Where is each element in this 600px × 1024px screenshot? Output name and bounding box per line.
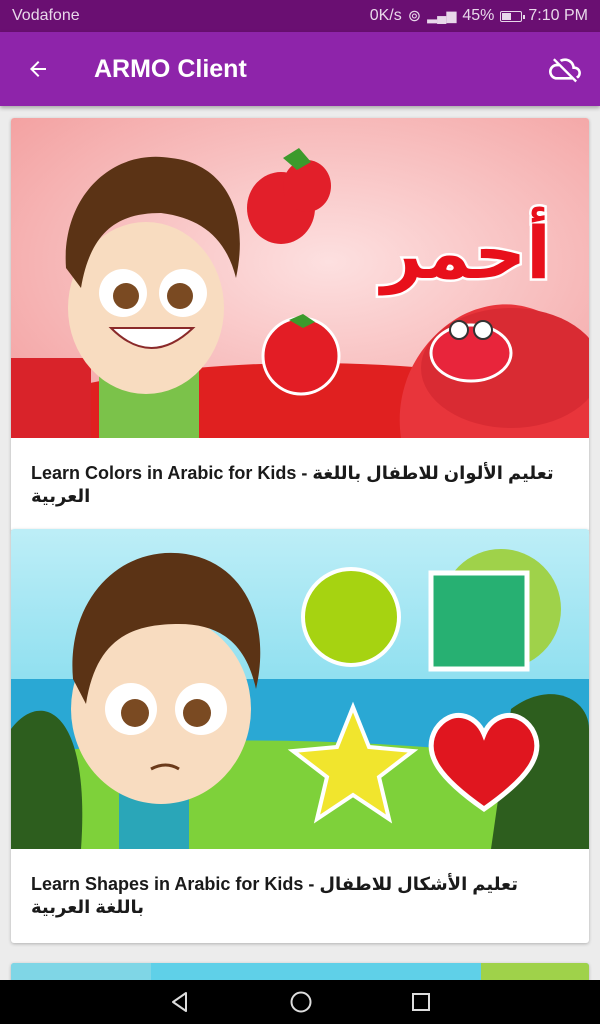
battery-percent: 45%: [462, 7, 495, 24]
video-title[interactable]: Learn Shapes in Arabic for Kids - تعليم …: [11, 849, 589, 943]
arrow-left-icon: [30, 61, 46, 77]
shapes-thumbnail-image: [11, 529, 589, 849]
app-title: ARMO Client: [94, 54, 247, 83]
net-speed: 0K/s: [369, 7, 402, 24]
back-button[interactable]: [0, 32, 76, 106]
navigation-bar: [0, 980, 600, 1024]
video-thumbnail[interactable]: أحمر: [11, 118, 589, 438]
app-bar: ARMO Client: [0, 32, 600, 106]
video-list[interactable]: أحمر Learn Colors in Arabic for Kids - ت…: [0, 106, 600, 980]
next-thumbnail-image: [11, 963, 589, 980]
carrier-label: Vodafone: [12, 7, 80, 24]
video-card[interactable]: أحمر Learn Colors in Arabic for Kids - ت…: [11, 118, 589, 532]
video-card[interactable]: Learn Shapes in Arabic for Kids - تعليم …: [11, 529, 589, 943]
video-card[interactable]: [11, 963, 589, 980]
cloud-off-button[interactable]: [530, 32, 600, 106]
nfc-icon: ⊚: [407, 8, 422, 25]
video-thumbnail[interactable]: [11, 963, 589, 980]
square-recents-icon[interactable]: [410, 991, 432, 1013]
circle-home-icon[interactable]: [288, 989, 314, 1015]
clock: 7:10 PM: [528, 7, 588, 24]
status-icons: 0K/s ⊚ ▂▄▆ 45% 7:10 PM: [370, 6, 588, 26]
cloud-off-icon: [549, 58, 581, 83]
arabic-word-red: أحمر: [378, 206, 551, 296]
battery-icon: [500, 10, 526, 22]
video-title[interactable]: Learn Colors in Arabic for Kids - تعليم …: [11, 438, 589, 532]
colors-thumbnail-image: أحمر: [11, 118, 589, 438]
signal-icon: ▂▄▆: [427, 8, 457, 23]
triangle-back-icon[interactable]: [168, 990, 192, 1014]
status-bar: Vodafone 0K/s ⊚ ▂▄▆ 45% 7:10 PM: [0, 0, 600, 32]
video-thumbnail[interactable]: [11, 529, 589, 849]
